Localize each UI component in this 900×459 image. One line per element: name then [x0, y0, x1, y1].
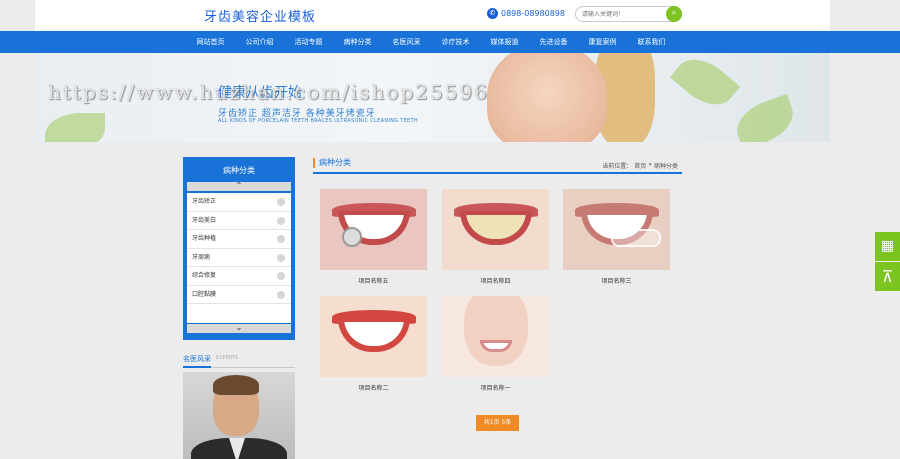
nav-item-doctors[interactable]: 名医风采 — [382, 31, 431, 53]
arrow-circle-icon — [277, 272, 285, 280]
nav-item-techniques[interactable]: 诊疗技术 — [431, 31, 480, 53]
arrow-circle-icon — [277, 198, 285, 206]
breadcrumb-prefix: 当前位置： — [602, 163, 633, 170]
teeth-shape — [338, 318, 410, 352]
chevron-down-icon: ⌄ — [235, 323, 243, 332]
doctor-hair — [213, 375, 259, 395]
product-card[interactable]: 项目名称四 — [442, 189, 549, 285]
dental-mirror-icon — [342, 227, 362, 247]
scroll-up-button[interactable]: ⌃ — [187, 182, 291, 191]
category-label: 综合修复 — [192, 272, 217, 279]
search-input[interactable] — [582, 9, 664, 19]
category-item[interactable]: 牙齿矫正 — [187, 193, 291, 212]
category-item[interactable]: 口腔黏膜 — [187, 286, 291, 304]
aligner-shape — [611, 229, 661, 247]
category-label: 牙齿矫正 — [192, 198, 217, 205]
doctors-title-en: EXPERTS — [216, 355, 239, 361]
category-item[interactable]: 牙周病 — [187, 249, 291, 267]
phone-icon: ✆ — [487, 8, 498, 19]
nav-item-equipment[interactable]: 先进设备 — [529, 31, 578, 53]
category-panel: 病种分类 ⌃ 牙齿矫正 牙齿美白 牙齿种植 牙周病 综合修复 口腔黏膜 ⌄ — [183, 157, 295, 340]
category-item[interactable]: 综合修复 — [187, 267, 291, 286]
page: 牙齿美容企业模板 ✆ 0898-08980898 ⌕ 网站首页 公司介绍 活动专… — [0, 0, 900, 459]
phone-contact: ✆ 0898-08980898 — [487, 8, 565, 19]
back-to-top-button[interactable]: ⊼ — [875, 262, 900, 291]
qr-code-icon: ▦ — [880, 238, 895, 254]
chevron-up-icon: ⌃ — [235, 181, 243, 190]
breadcrumb-separator: » — [648, 161, 652, 168]
header: 牙齿美容企业模板 ✆ 0898-08980898 ⌕ — [35, 0, 830, 31]
banner-english: ALL KINDS OF PORCELAIN TEETH BRACES ULTR… — [218, 118, 418, 124]
category-item[interactable]: 牙齿美白 — [187, 212, 291, 230]
leaf-decoration — [730, 93, 800, 142]
product-caption[interactable]: 项目名称一 — [442, 383, 549, 392]
category-label: 牙齿美白 — [192, 216, 217, 224]
teeth-shape — [460, 211, 532, 245]
category-label: 牙齿种植 — [192, 235, 217, 242]
nav-item-about[interactable]: 公司介绍 — [235, 31, 284, 53]
nav-item-media[interactable]: 媒体报道 — [480, 31, 529, 53]
phone-number: 0898-08980898 — [501, 9, 565, 18]
nav-item-categories[interactable]: 病种分类 — [333, 31, 382, 53]
product-card[interactable]: 项目名称二 — [320, 296, 427, 392]
site-logo[interactable]: 牙齿美容企业模板 — [204, 6, 316, 25]
product-caption[interactable]: 项目名称三 — [563, 276, 670, 285]
leaf-decoration — [669, 53, 741, 116]
nav-item-contact[interactable]: 联系我们 — [627, 31, 676, 53]
arrow-circle-icon — [277, 235, 285, 243]
arrow-circle-icon — [277, 290, 285, 299]
product-image[interactable] — [442, 296, 549, 377]
arrow-circle-icon — [277, 253, 285, 262]
product-card[interactable]: 项目名称一 — [442, 296, 549, 392]
face-shape — [464, 296, 528, 366]
qr-code-button[interactable]: ▦ — [875, 232, 900, 261]
nav-item-home[interactable]: 网站首页 — [186, 31, 235, 53]
product-caption[interactable]: 项目名称五 — [320, 276, 427, 285]
category-list: 牙齿矫正 牙齿美白 牙齿种植 牙周病 综合修复 口腔黏膜 — [187, 193, 291, 323]
arrow-circle-icon — [277, 216, 285, 225]
watermark-text: https://www.huzhan.com/ishop25596 — [48, 80, 489, 104]
scroll-down-button[interactable]: ⌄ — [187, 324, 291, 333]
category-label: 牙周病 — [192, 253, 211, 261]
arrow-up-icon: ⊼ — [881, 267, 894, 286]
doctor-photo[interactable] — [183, 372, 295, 459]
pagination-info[interactable]: 共1页 5条 — [476, 415, 519, 431]
product-image[interactable] — [320, 296, 427, 377]
nav-item-cases[interactable]: 康复案例 — [578, 31, 627, 53]
nav-item-events[interactable]: 活动专题 — [284, 31, 333, 53]
category-panel-title: 病种分类 — [223, 166, 255, 175]
breadcrumb: 当前位置： 首页 » 病种分类 — [602, 161, 678, 170]
search-button[interactable]: ⌕ — [666, 6, 682, 22]
product-image[interactable] — [442, 189, 549, 270]
product-card[interactable]: 项目名称三 — [563, 189, 670, 285]
product-caption[interactable]: 项目名称四 — [442, 276, 549, 285]
search-box: ⌕ — [575, 6, 682, 22]
search-icon: ⌕ — [671, 8, 677, 18]
banner-model-image — [487, 53, 607, 142]
product-image[interactable] — [563, 189, 670, 270]
category-label: 口腔黏膜 — [192, 290, 217, 298]
leaf-decoration — [45, 113, 105, 142]
breadcrumb-current[interactable]: 病种分类 — [654, 161, 678, 170]
doctors-title[interactable]: 名医风采 — [183, 354, 211, 368]
product-card[interactable]: 项目名称五 — [320, 189, 427, 285]
category-item[interactable]: 牙齿种植 — [187, 230, 291, 249]
breadcrumb-home[interactable]: 首页 — [634, 161, 646, 170]
page-title: 病种分类 — [313, 158, 351, 168]
doctors-heading: 名医风采 EXPERTS — [183, 354, 295, 368]
content-header: 病种分类 当前位置： 首页 » 病种分类 — [313, 157, 682, 174]
product-caption[interactable]: 项目名称二 — [320, 383, 427, 392]
product-image[interactable] — [320, 189, 427, 270]
main-nav: 网站首页 公司介绍 活动专题 病种分类 名医风采 诊疗技术 媒体报道 先进设备 … — [0, 31, 900, 53]
